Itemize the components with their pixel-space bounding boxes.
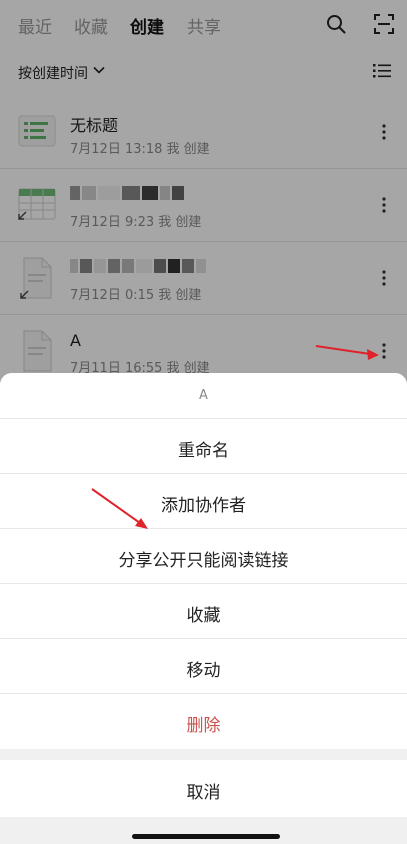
share-readonly-link-button[interactable]: 分享公开只能阅读链接 — [0, 529, 407, 584]
home-indicator[interactable] — [132, 834, 280, 839]
delete-label: 删除 — [186, 716, 221, 736]
action-sheet-header: A — [0, 373, 407, 419]
delete-button[interactable]: 删除 — [0, 694, 407, 749]
rename-label: 重命名 — [178, 441, 229, 461]
favorite-label: 收藏 — [186, 606, 221, 626]
action-sheet-title: A — [199, 388, 208, 403]
favorite-button[interactable]: 收藏 — [0, 584, 407, 639]
move-label: 移动 — [186, 661, 221, 681]
add-collaborator-button[interactable]: 添加协作者 — [0, 474, 407, 529]
cancel-label: 取消 — [186, 783, 221, 803]
cancel-button[interactable]: 取消 — [0, 760, 407, 817]
share-readonly-link-label: 分享公开只能阅读链接 — [118, 551, 289, 571]
add-collaborator-label: 添加协作者 — [161, 496, 246, 516]
action-sheet: A 重命名 添加协作者 分享公开只能阅读链接 收藏 移动 删除 取消 — [0, 373, 407, 844]
rename-button[interactable]: 重命名 — [0, 419, 407, 474]
move-button[interactable]: 移动 — [0, 639, 407, 694]
